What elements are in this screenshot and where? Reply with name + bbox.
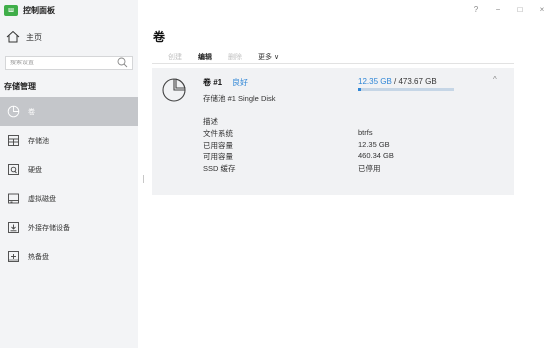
section-title-storage: 存储管理 bbox=[4, 82, 36, 91]
sidebar-item-label: 硬盘 bbox=[28, 166, 42, 174]
used-capacity: 12.35 GB bbox=[358, 77, 392, 86]
storage-pool-icon bbox=[7, 134, 20, 147]
usage-progress-bar bbox=[358, 88, 454, 91]
property-value: 460.34 GB bbox=[358, 151, 394, 161]
property-row: 文件系统 btrfs bbox=[203, 128, 394, 140]
sidebar-splitter[interactable] bbox=[143, 175, 144, 183]
search-box bbox=[5, 56, 133, 70]
external-storage-icon bbox=[7, 221, 20, 234]
sidebar-item-hot-spare[interactable]: 热备盘 bbox=[0, 242, 138, 271]
sidebar-item-disk[interactable]: 硬盘 bbox=[0, 155, 138, 184]
property-key: 文件系统 bbox=[203, 128, 233, 138]
volume-properties: 描述 文件系统 btrfs 已用容量 12.35 GB 可用容量 460.34 GB … bbox=[203, 116, 394, 175]
volume-status-badge: 良好 bbox=[232, 78, 248, 87]
hot-spare-icon bbox=[7, 250, 20, 263]
property-row: SSD 缓存 已停用 bbox=[203, 163, 394, 175]
home-link[interactable]: 主页 bbox=[0, 26, 138, 48]
search-input[interactable] bbox=[10, 60, 110, 66]
virtual-disk-icon bbox=[7, 192, 20, 205]
sidebar-item-label: 存储池 bbox=[28, 137, 49, 145]
sidebar-item-volume[interactable]: 卷 bbox=[0, 97, 138, 126]
sidebar: ш 控制面板 主页 存储管理 卷 存储池 bbox=[0, 0, 138, 348]
property-row: 已用容量 12.35 GB bbox=[203, 140, 394, 152]
sidebar-item-label: 卷 bbox=[28, 108, 35, 116]
property-key: 可用容量 bbox=[203, 152, 233, 162]
app-title: 控制面板 bbox=[23, 5, 55, 15]
property-row: 描述 bbox=[203, 116, 394, 128]
sidebar-item-external-storage[interactable]: 外接存储设备 bbox=[0, 213, 138, 242]
volume-card[interactable]: 卷 #1 良好 存储池 #1 Single Disk 12.35 GB / 47… bbox=[152, 68, 514, 195]
total-capacity: 473.67 GB bbox=[398, 77, 437, 86]
edit-button[interactable]: 编辑 bbox=[190, 52, 220, 62]
sidebar-nav: 卷 存储池 硬盘 虚拟磁盘 外接存储设备 热备盘 bbox=[0, 97, 138, 271]
collapse-icon[interactable]: ^ bbox=[493, 75, 497, 84]
page-title: 卷 bbox=[153, 30, 166, 44]
app-header: ш 控制面板 bbox=[0, 0, 138, 20]
sidebar-item-label: 热备盘 bbox=[28, 253, 49, 261]
volume-usage-text: 12.35 GB / 473.67 GB bbox=[358, 77, 437, 86]
toolbar: 创建 编辑 删除 更多 ∨ bbox=[152, 50, 514, 64]
property-key: 已用容量 bbox=[203, 140, 233, 150]
delete-button[interactable]: 删除 bbox=[220, 52, 250, 62]
search-icon[interactable] bbox=[117, 57, 128, 70]
sidebar-item-label: 外接存储设备 bbox=[28, 224, 70, 232]
sidebar-item-storage-pool[interactable]: 存储池 bbox=[0, 126, 138, 155]
property-row: 可用容量 460.34 GB bbox=[203, 151, 394, 163]
create-button[interactable]: 创建 bbox=[152, 52, 190, 62]
property-value: 12.35 GB bbox=[358, 139, 390, 149]
home-label: 主页 bbox=[26, 32, 42, 42]
main-content: 卷 创建 编辑 删除 更多 ∨ 卷 #1 良好 存储池 #1 Single Di… bbox=[152, 0, 553, 348]
disk-icon bbox=[7, 163, 20, 176]
app-logo-icon: ш bbox=[4, 4, 18, 16]
more-dropdown[interactable]: 更多 ∨ bbox=[250, 52, 287, 62]
property-key: SSD 缓存 bbox=[203, 164, 236, 174]
sidebar-item-virtual-disk[interactable]: 虚拟磁盘 bbox=[0, 184, 138, 213]
property-key: 描述 bbox=[203, 117, 218, 126]
sidebar-item-label: 虚拟磁盘 bbox=[28, 195, 56, 203]
volume-name: 卷 #1 bbox=[203, 78, 223, 87]
property-value: 已停用 bbox=[358, 164, 381, 174]
volume-subtitle: 存储池 #1 Single Disk bbox=[203, 94, 276, 103]
property-value: btrfs bbox=[358, 127, 373, 137]
usage-progress-fill bbox=[358, 88, 361, 91]
pie-icon bbox=[161, 77, 187, 105]
pie-icon bbox=[7, 105, 20, 118]
home-icon bbox=[6, 30, 20, 45]
